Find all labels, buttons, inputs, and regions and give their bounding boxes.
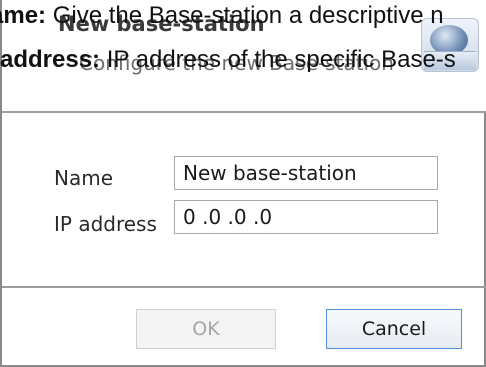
caption-lead: address: [0, 46, 101, 73]
caption-lead: ame: [0, 2, 47, 29]
screenshot: New base-station Configure the new Base-… [0, 0, 486, 367]
ip-address-field[interactable] [174, 200, 438, 234]
ok-button[interactable]: OK [136, 309, 276, 349]
name-field[interactable] [174, 156, 438, 190]
caption-line-ip: address: IP address of the specific Base… [0, 48, 456, 72]
caption-line-name: ame: Give the Base-station a descriptive… [0, 4, 444, 28]
new-base-station-dialog: New base-station Configure the new Base-… [0, 0, 486, 367]
caption-text: IP address of the specific Base-s [100, 46, 456, 73]
ip-address-label: IP address [54, 212, 157, 236]
footer-divider [2, 286, 486, 288]
cancel-button[interactable]: Cancel [326, 309, 462, 349]
caption-text: Give the Base-station a descriptive n [46, 2, 444, 29]
header-divider [2, 111, 486, 113]
name-label: Name [54, 166, 114, 190]
